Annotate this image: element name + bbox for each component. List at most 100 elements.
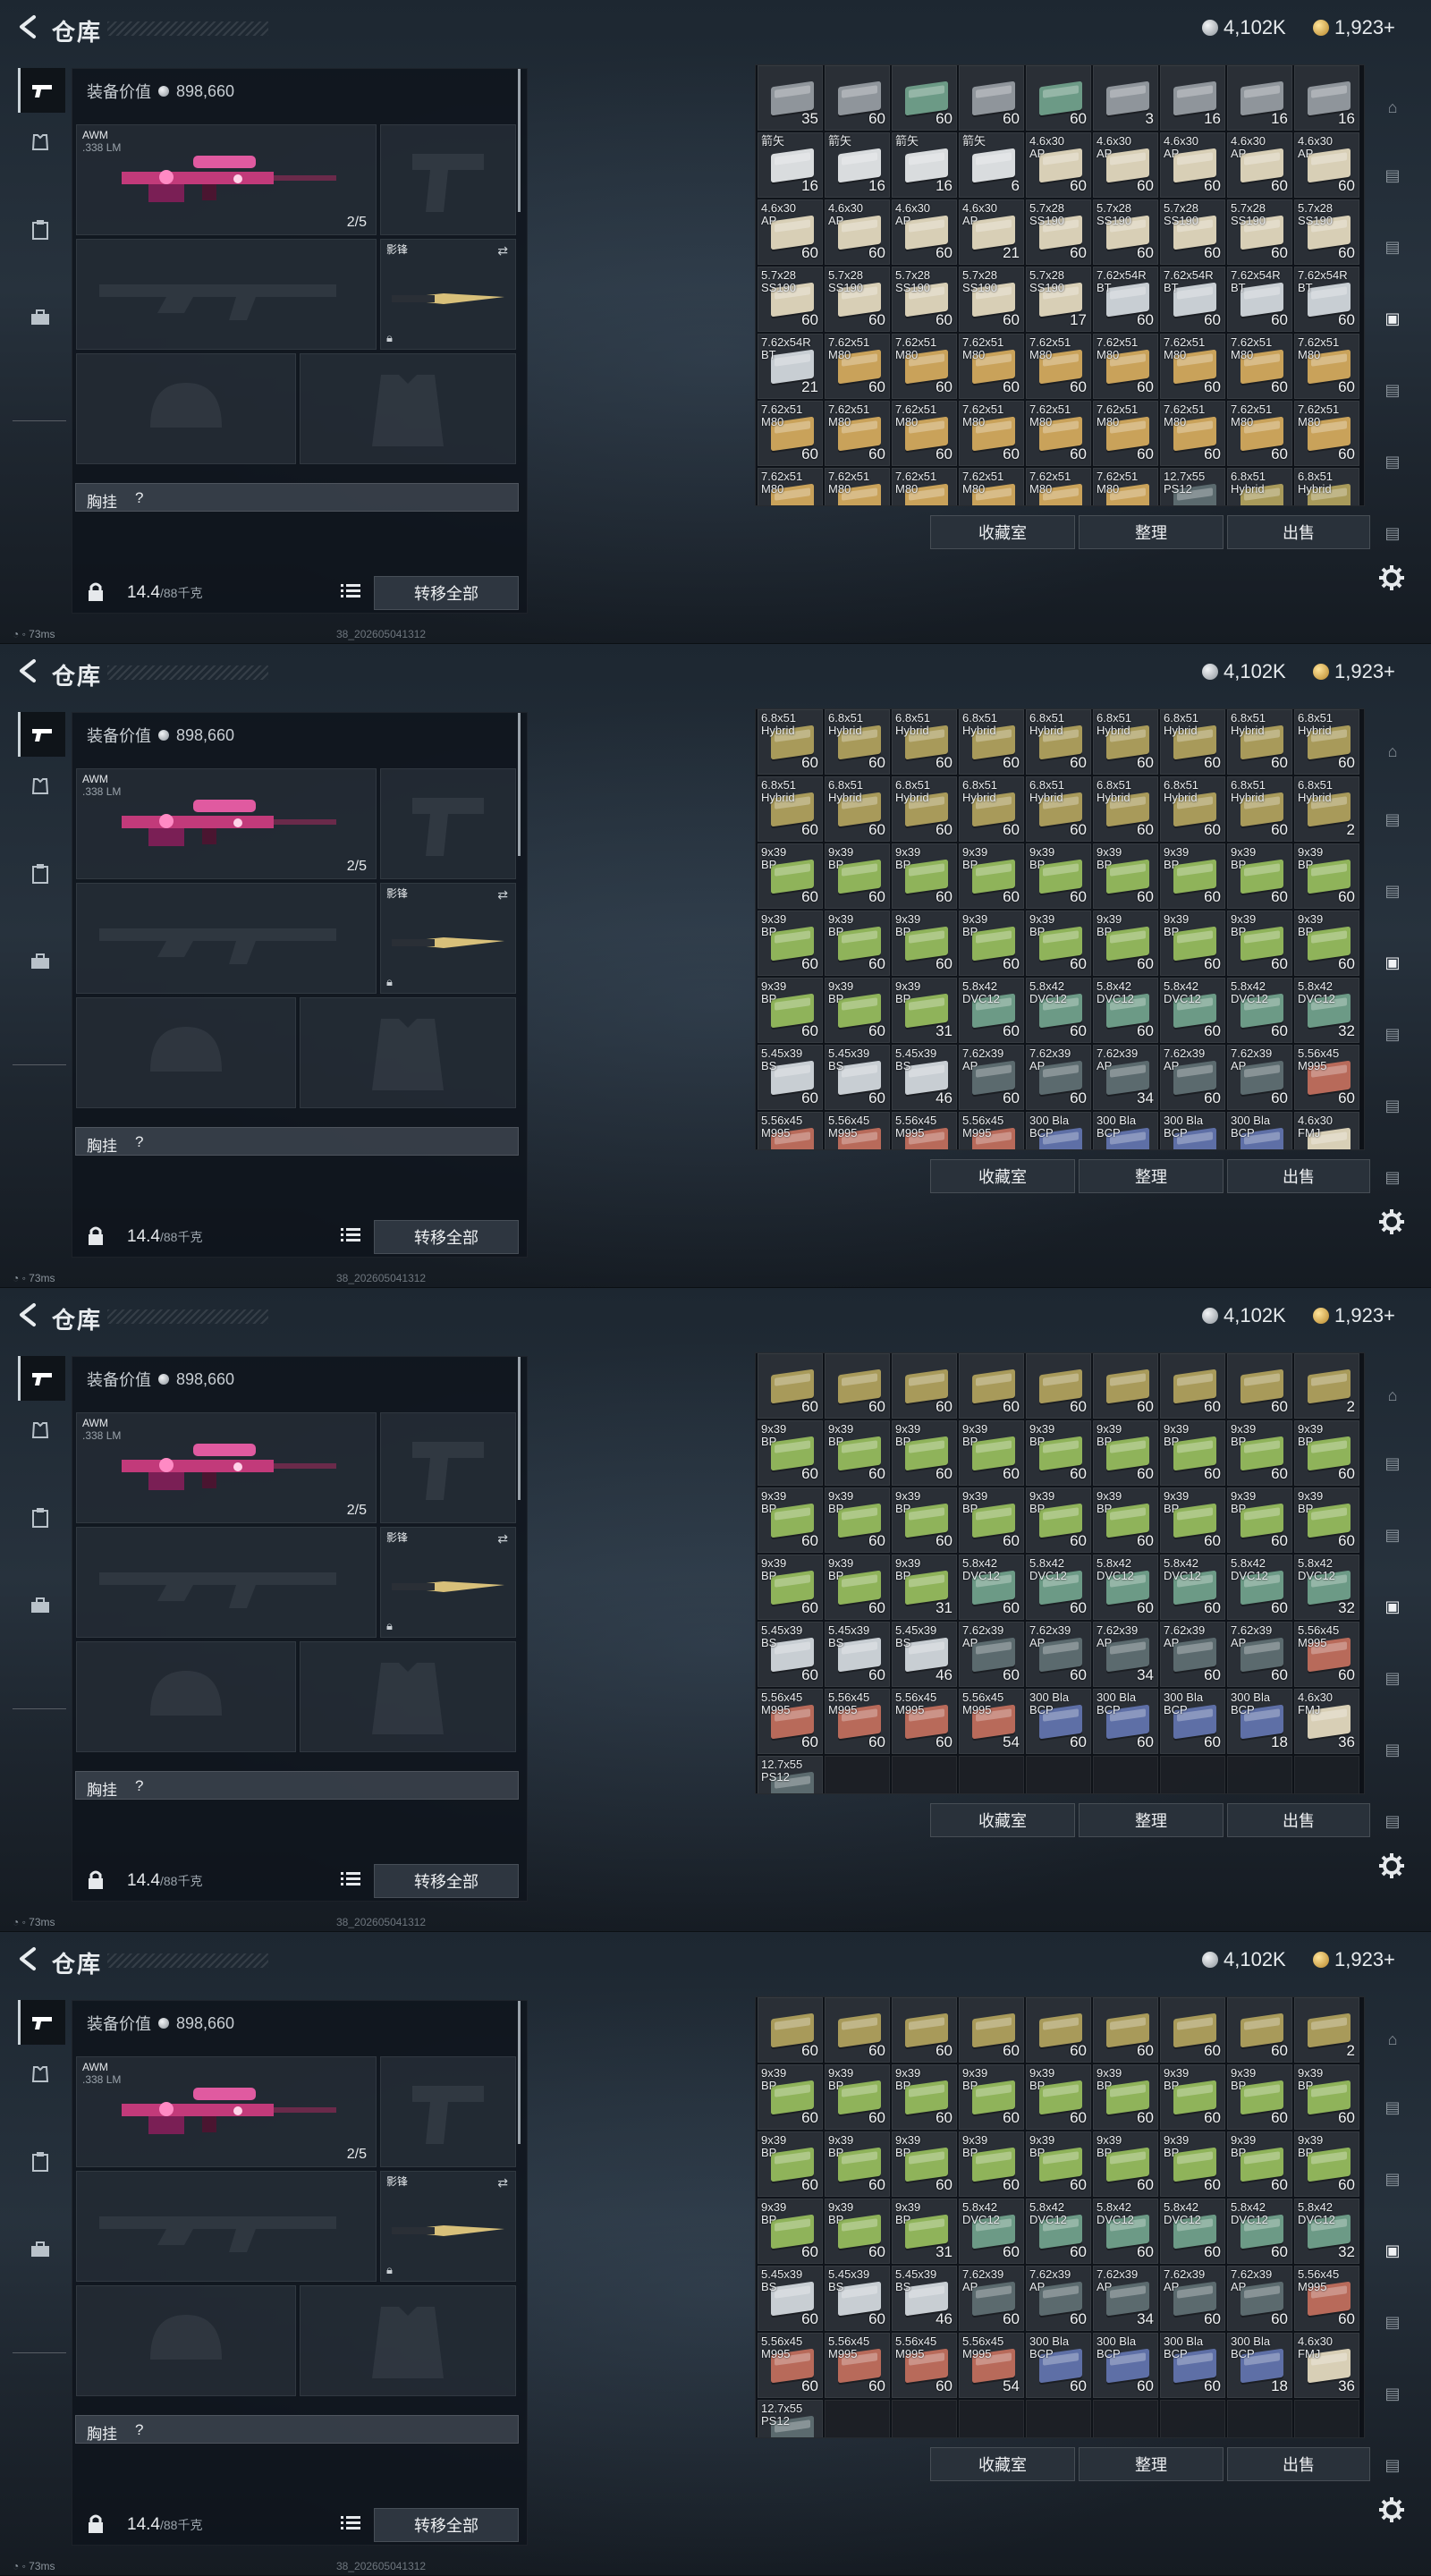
- stash-item[interactable]: 2: [1294, 1353, 1359, 1419]
- stash-item[interactable]: 60: [959, 65, 1024, 131]
- rail-folder-5-icon[interactable]: ▤: [1372, 1732, 1413, 1767]
- rail-folder-2-icon[interactable]: ▤: [1372, 873, 1413, 909]
- rail-folder-1-icon[interactable]: ▤: [1372, 801, 1413, 837]
- stash-item[interactable]: 4.6x30 AP 60: [892, 199, 957, 265]
- stash-item[interactable]: 60: [959, 1997, 1024, 2063]
- stash-item[interactable]: 5.56x45 M99560: [758, 1112, 823, 1149]
- rail-folder-3-icon[interactable]: ▣: [1372, 2233, 1413, 2268]
- list-icon[interactable]: [340, 581, 361, 601]
- list-icon[interactable]: [340, 1225, 361, 1245]
- nav-armor-tab[interactable]: [18, 1408, 63, 1453]
- secondary-weapon-slot[interactable]: [76, 2171, 377, 2282]
- stash-item[interactable]: 7.62x51 M8060: [825, 401, 890, 466]
- stash-item[interactable]: 5.7x28 SS190 60: [1026, 199, 1091, 265]
- stash-item[interactable]: 9x39 BP 60: [758, 1420, 823, 1486]
- empty-slot[interactable]: [1294, 1756, 1359, 1793]
- settings-gear-icon[interactable]: [1377, 1852, 1406, 1880]
- stash-item[interactable]: 9x39 BP 60: [825, 2131, 890, 2197]
- stash-item[interactable]: 箭矢 16: [892, 132, 957, 198]
- stash-item[interactable]: 12.7x55 PS1218: [1160, 468, 1225, 505]
- stash-item[interactable]: 6.8x51 Hybrid60: [1026, 776, 1091, 842]
- stash-item[interactable]: 5.56x45 M99560: [892, 1689, 957, 1754]
- stash-item[interactable]: 7.62x51 M8060: [1227, 334, 1292, 399]
- sell-button[interactable]: 出售: [1227, 515, 1370, 549]
- settings-gear-icon[interactable]: [1377, 1208, 1406, 1236]
- rail-folder-4-icon[interactable]: ▤: [1372, 1016, 1413, 1052]
- stash-item[interactable]: 6.8x51 Hybrid60: [1160, 776, 1225, 842]
- stash-item[interactable]: 7.62x39 AP 60: [1026, 2266, 1091, 2331]
- empty-slot[interactable]: [1093, 1756, 1158, 1793]
- stash-item[interactable]: 60: [825, 1353, 890, 1419]
- stash-item[interactable]: 300 Bla BCP18: [1227, 2333, 1292, 2398]
- stash-item[interactable]: 5.7x28 SS190 60: [959, 267, 1024, 332]
- nav-weapons-tab[interactable]: [18, 1356, 65, 1401]
- stash-item[interactable]: 5.8x42 DVC12 60: [959, 978, 1024, 1043]
- stash-item[interactable]: 9x39 BP 60: [892, 1487, 957, 1553]
- stash-item[interactable]: 5.7x28 SS190 60: [758, 267, 823, 332]
- stash-item[interactable]: 300 Bla BCP60: [1160, 1689, 1225, 1754]
- help-icon[interactable]: ?: [135, 489, 143, 507]
- stash-item[interactable]: 5.56x45 M99560: [825, 1112, 890, 1149]
- stash-item[interactable]: 5.7x28 SS190 60: [892, 267, 957, 332]
- stash-item[interactable]: 7.62x51 M8060: [892, 468, 957, 505]
- stash-item[interactable]: 6.8x51 Hybrid60: [1227, 468, 1292, 505]
- stash-item[interactable]: 9x39 BP 60: [758, 911, 823, 976]
- stash-item[interactable]: 9x39 BP 60: [1026, 1487, 1091, 1553]
- stash-item[interactable]: 9x39 BP 60: [1294, 1487, 1359, 1553]
- stash-item[interactable]: 7.62x51 M8060: [959, 468, 1024, 505]
- stash-item[interactable]: 5.56x45 M99560: [1294, 2266, 1359, 2331]
- stash-item[interactable]: 60: [1227, 1353, 1292, 1419]
- transfer-all-button[interactable]: 转移全部: [374, 1220, 519, 1254]
- nav-weapons-tab[interactable]: [18, 2000, 65, 2045]
- stash-item[interactable]: 7.62x39 AP 60: [1160, 1622, 1225, 1687]
- stash-item[interactable]: 7.62x39 AP 60: [1227, 1045, 1292, 1110]
- stash-item[interactable]: 9x39 BP 60: [1227, 1487, 1292, 1553]
- empty-slot[interactable]: [1160, 2400, 1225, 2437]
- stash-item[interactable]: 9x39 BP 60: [959, 1420, 1024, 1486]
- collection-button[interactable]: 收藏室: [930, 515, 1075, 549]
- transfer-all-button[interactable]: 转移全部: [374, 1864, 519, 1898]
- body-armor-slot[interactable]: [300, 997, 516, 1108]
- empty-slot[interactable]: [1294, 2400, 1359, 2437]
- stash-item[interactable]: 12.7x55 PS1230: [758, 1756, 823, 1793]
- stash-item[interactable]: 5.8x42 DVC12 60: [1160, 1555, 1225, 1620]
- nav-case-tab[interactable]: [18, 939, 63, 984]
- stash-item[interactable]: 5.7x28 SS190 60: [1093, 199, 1158, 265]
- body-armor-slot[interactable]: [300, 2285, 516, 2396]
- stash-item[interactable]: 3: [1093, 65, 1158, 131]
- stash-item[interactable]: 5.8x42 DVC12 60: [959, 2199, 1024, 2264]
- gold-currency[interactable]: 1,923+: [1313, 1304, 1395, 1327]
- stash-item[interactable]: 9x39 BP 60: [1026, 843, 1091, 909]
- stash-item[interactable]: 9x39 BP 60: [825, 2199, 890, 2264]
- rail-folder-6-icon[interactable]: ▤: [1372, 1159, 1413, 1195]
- helmet-slot[interactable]: [76, 2285, 296, 2396]
- stash-item[interactable]: 6.8x51 Hybrid60: [825, 776, 890, 842]
- transfer-all-button[interactable]: 转移全部: [374, 2508, 519, 2542]
- stash-item[interactable]: 6.8x51 Hybrid60: [1093, 776, 1158, 842]
- stash-item[interactable]: 7.62x51 M8060: [959, 334, 1024, 399]
- stash-item[interactable]: 5.45x39 BS 60: [758, 1045, 823, 1110]
- stash-item[interactable]: 9x39 BP 31: [892, 978, 957, 1043]
- stash-item[interactable]: 7.62x51 M8060: [892, 334, 957, 399]
- primary-weapon-slot[interactable]: AWM .338 LM 2/5: [76, 768, 377, 879]
- melee-slot[interactable]: 影锋 ⇄ 🔒︎: [380, 1527, 516, 1638]
- stash-item[interactable]: 4.6x30 AP 60: [1026, 132, 1091, 198]
- stash-item[interactable]: 60: [1026, 1353, 1091, 1419]
- rail-folder-2-icon[interactable]: ▤: [1372, 2161, 1413, 2197]
- stash-item[interactable]: 9x39 BP 60: [825, 1555, 890, 1620]
- stash-item[interactable]: 4.6x30 FMJ36: [1294, 1689, 1359, 1754]
- stash-item[interactable]: 5.56x45 M99554: [959, 1112, 1024, 1149]
- stash-item[interactable]: 5.56x45 M99560: [758, 2333, 823, 2398]
- rail-folder-4-icon[interactable]: ▤: [1372, 372, 1413, 408]
- chest-rig-bar[interactable]: 胸挂 ?: [75, 1771, 519, 1800]
- chest-rig-bar[interactable]: 胸挂 ?: [75, 1127, 519, 1156]
- back-arrow-icon[interactable]: [16, 14, 39, 39]
- stash-item[interactable]: 6.8x51 Hybrid60: [892, 776, 957, 842]
- nav-case-tab[interactable]: [18, 1583, 63, 1628]
- stash-item[interactable]: 7.62x51 M8060: [1294, 401, 1359, 466]
- stash-item[interactable]: 5.8x42 DVC12 32: [1294, 978, 1359, 1043]
- scrollbar[interactable]: [518, 69, 521, 212]
- stash-item[interactable]: 4.6x30 AP 60: [1294, 132, 1359, 198]
- stash-item[interactable]: 300 Bla BCP60: [1160, 2333, 1225, 2398]
- stash-item[interactable]: 9x39 BP 60: [1294, 2131, 1359, 2197]
